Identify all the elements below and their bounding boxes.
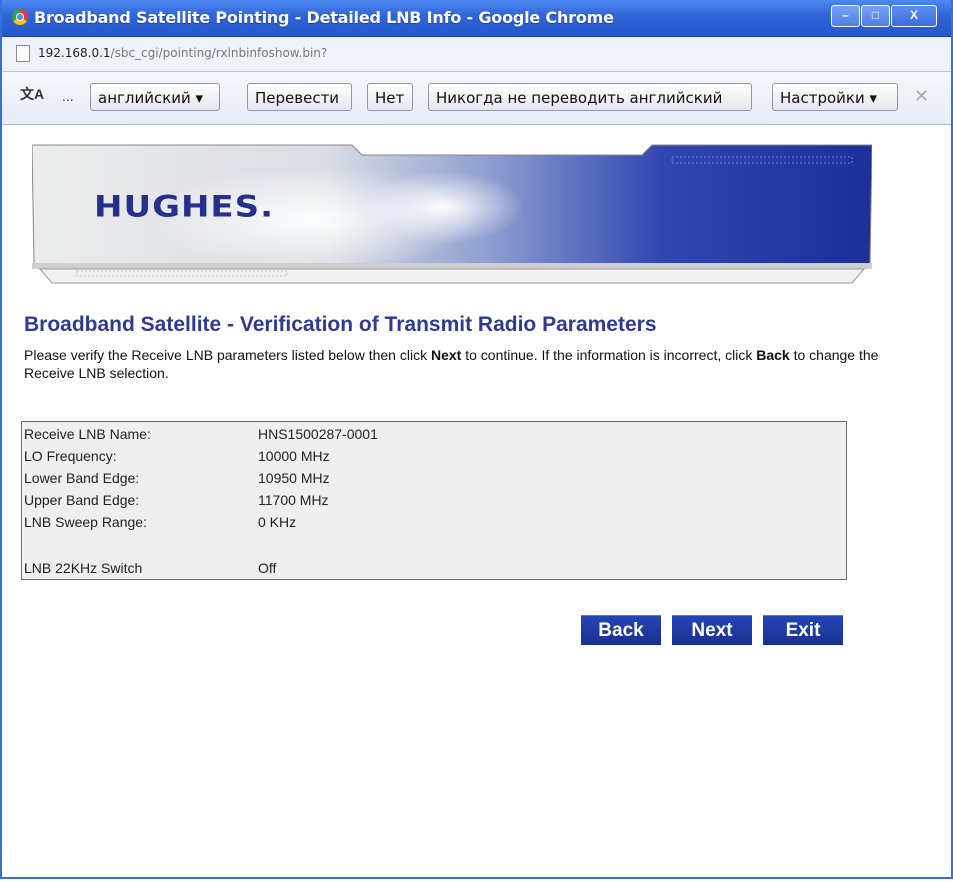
param-row-lo-frequency: LO Frequency: 10000 MHz bbox=[22, 446, 846, 468]
param-row-22khz-switch: LNB 22KHz Switch Off bbox=[22, 558, 846, 580]
minimize-button[interactable]: – bbox=[831, 5, 860, 27]
close-button[interactable]: X bbox=[891, 5, 937, 27]
chrome-logo-icon bbox=[12, 9, 28, 25]
page-title: Broadband Satellite - Verification of Tr… bbox=[24, 313, 657, 336]
translate-bar: 文A ... английский ▾ Перевести Нет Никогд… bbox=[2, 72, 951, 125]
close-icon[interactable]: ✕ bbox=[914, 86, 929, 107]
param-value: 10000 MHz bbox=[258, 448, 330, 464]
param-label: Receive LNB Name: bbox=[24, 426, 151, 442]
no-button[interactable]: Нет bbox=[367, 83, 413, 111]
param-value: 11700 MHz bbox=[258, 492, 329, 508]
param-label: Upper Band Edge: bbox=[24, 492, 140, 508]
param-row-sweep-range: LNB Sweep Range: 0 KHz bbox=[22, 512, 846, 534]
param-label: LNB 22KHz Switch bbox=[24, 560, 143, 576]
param-row-upper-band-edge: Upper Band Edge: 11700 MHz bbox=[22, 490, 846, 512]
instructions-text: Please verify the Receive LNB parameters… bbox=[24, 346, 904, 382]
param-value: 0 KHz bbox=[258, 514, 297, 530]
instructions-part-2: to continue. If the information is incor… bbox=[461, 347, 757, 363]
param-label: LNB Sweep Range: bbox=[24, 514, 147, 530]
instructions-part-1: Please verify the Receive LNB parameters… bbox=[24, 347, 431, 363]
translate-icon: 文A bbox=[20, 86, 45, 102]
param-label: Lower Band Edge: bbox=[24, 470, 140, 486]
page-icon bbox=[16, 45, 30, 62]
param-label: LO Frequency: bbox=[24, 448, 117, 464]
instructions-next-word: Next bbox=[430, 347, 462, 363]
address-bar[interactable]: 192.168.0.1/sbc_cgi/pointing/rxlnbinfosh… bbox=[2, 37, 951, 72]
exit-button[interactable]: Exit bbox=[763, 615, 843, 645]
back-button[interactable]: Back bbox=[581, 615, 661, 645]
language-dropdown[interactable]: английский ▾ bbox=[90, 83, 220, 111]
title-bar[interactable]: Broadband Satellite Pointing - Detailed … bbox=[2, 0, 951, 37]
instructions-back-word: Back bbox=[756, 347, 790, 363]
param-value: 10950 MHz bbox=[258, 470, 330, 486]
page-content: HUGHES. Broadband Satellite - Verificati… bbox=[2, 125, 951, 877]
url-host: 192.168.0.1 bbox=[38, 46, 111, 60]
hughes-logo: HUGHES. bbox=[94, 190, 275, 224]
next-button[interactable]: Next bbox=[672, 615, 752, 645]
param-row-lnb-name: Receive LNB Name: HNS1500287-0001 bbox=[22, 424, 846, 446]
lnb-parameters-table: Receive LNB Name: HNS1500287-0001 LO Fre… bbox=[21, 421, 847, 580]
maximize-button[interactable]: □ bbox=[861, 5, 890, 27]
url-path: /sbc_cgi/pointing/rxlnbinfoshow.bin? bbox=[110, 46, 328, 60]
param-row-lower-band-edge: Lower Band Edge: 10950 MHz bbox=[22, 468, 846, 490]
param-value: HNS1500287-0001 bbox=[258, 426, 378, 442]
hughes-banner: HUGHES. bbox=[31, 143, 873, 285]
settings-dropdown[interactable]: Настройки ▾ bbox=[772, 83, 898, 111]
browser-window: Broadband Satellite Pointing - Detailed … bbox=[0, 0, 953, 879]
translate-button[interactable]: Перевести bbox=[247, 83, 352, 111]
never-translate-button[interactable]: Никогда не переводить английский bbox=[428, 83, 752, 111]
url-text[interactable]: 192.168.0.1/sbc_cgi/pointing/rxlnbinfosh… bbox=[38, 46, 327, 60]
window-title: Broadband Satellite Pointing - Detailed … bbox=[34, 8, 614, 27]
translate-ellipsis: ... bbox=[62, 88, 74, 104]
param-value: Off bbox=[258, 560, 277, 576]
